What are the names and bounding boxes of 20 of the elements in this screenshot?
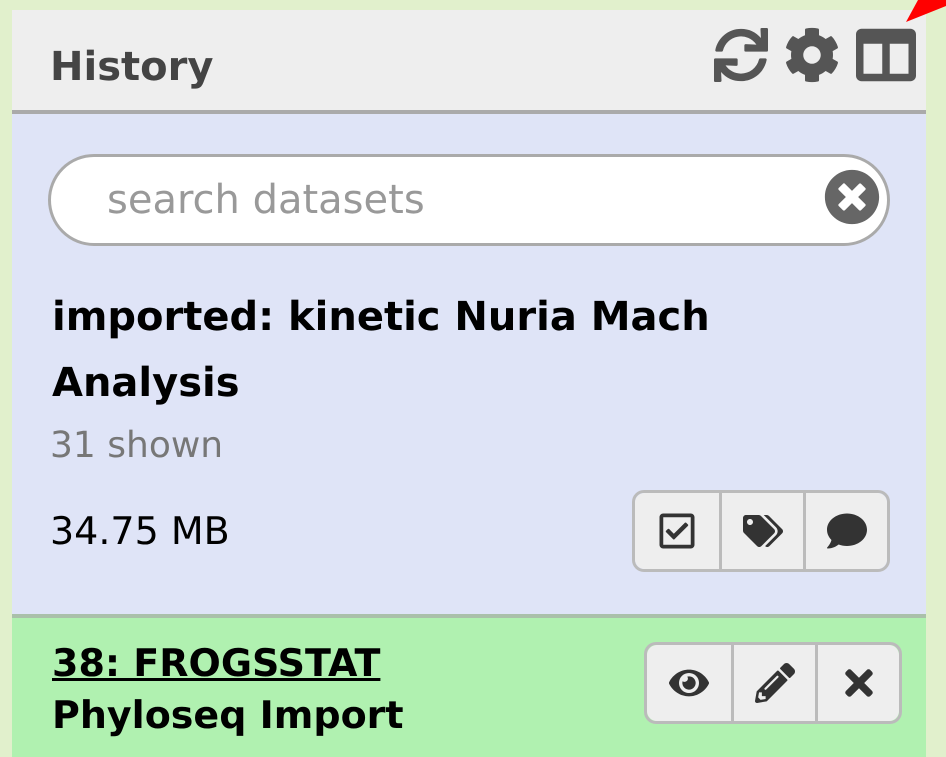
history-name: imported: kinetic Nuria Mach Analysis <box>51 293 711 408</box>
comment-button[interactable] <box>803 493 887 569</box>
view-button[interactable] <box>647 645 731 721</box>
edit-icon <box>754 663 794 703</box>
dataset-title[interactable]: 38: FROGSSTAT <box>52 640 644 686</box>
select-button[interactable] <box>635 493 719 569</box>
tags-button[interactable] <box>719 493 803 569</box>
history-size: 34.75 MB <box>49 508 230 554</box>
refresh-button[interactable] <box>714 28 768 82</box>
clear-button[interactable] <box>824 169 880 225</box>
shown-count: 31 shown <box>49 424 224 468</box>
edit-button[interactable] <box>731 645 815 721</box>
delete-button[interactable] <box>815 645 899 721</box>
select-icon <box>657 511 697 551</box>
search-field[interactable]: search datasets <box>48 154 890 246</box>
panel-title: History <box>50 43 214 92</box>
dataset-item[interactable]: 38: FROGSSTAT Phyloseq Import <box>12 614 926 757</box>
dataset-subtitle: Phyloseq Import <box>52 692 405 738</box>
comment-icon <box>826 511 866 551</box>
settings-button[interactable] <box>784 27 840 83</box>
